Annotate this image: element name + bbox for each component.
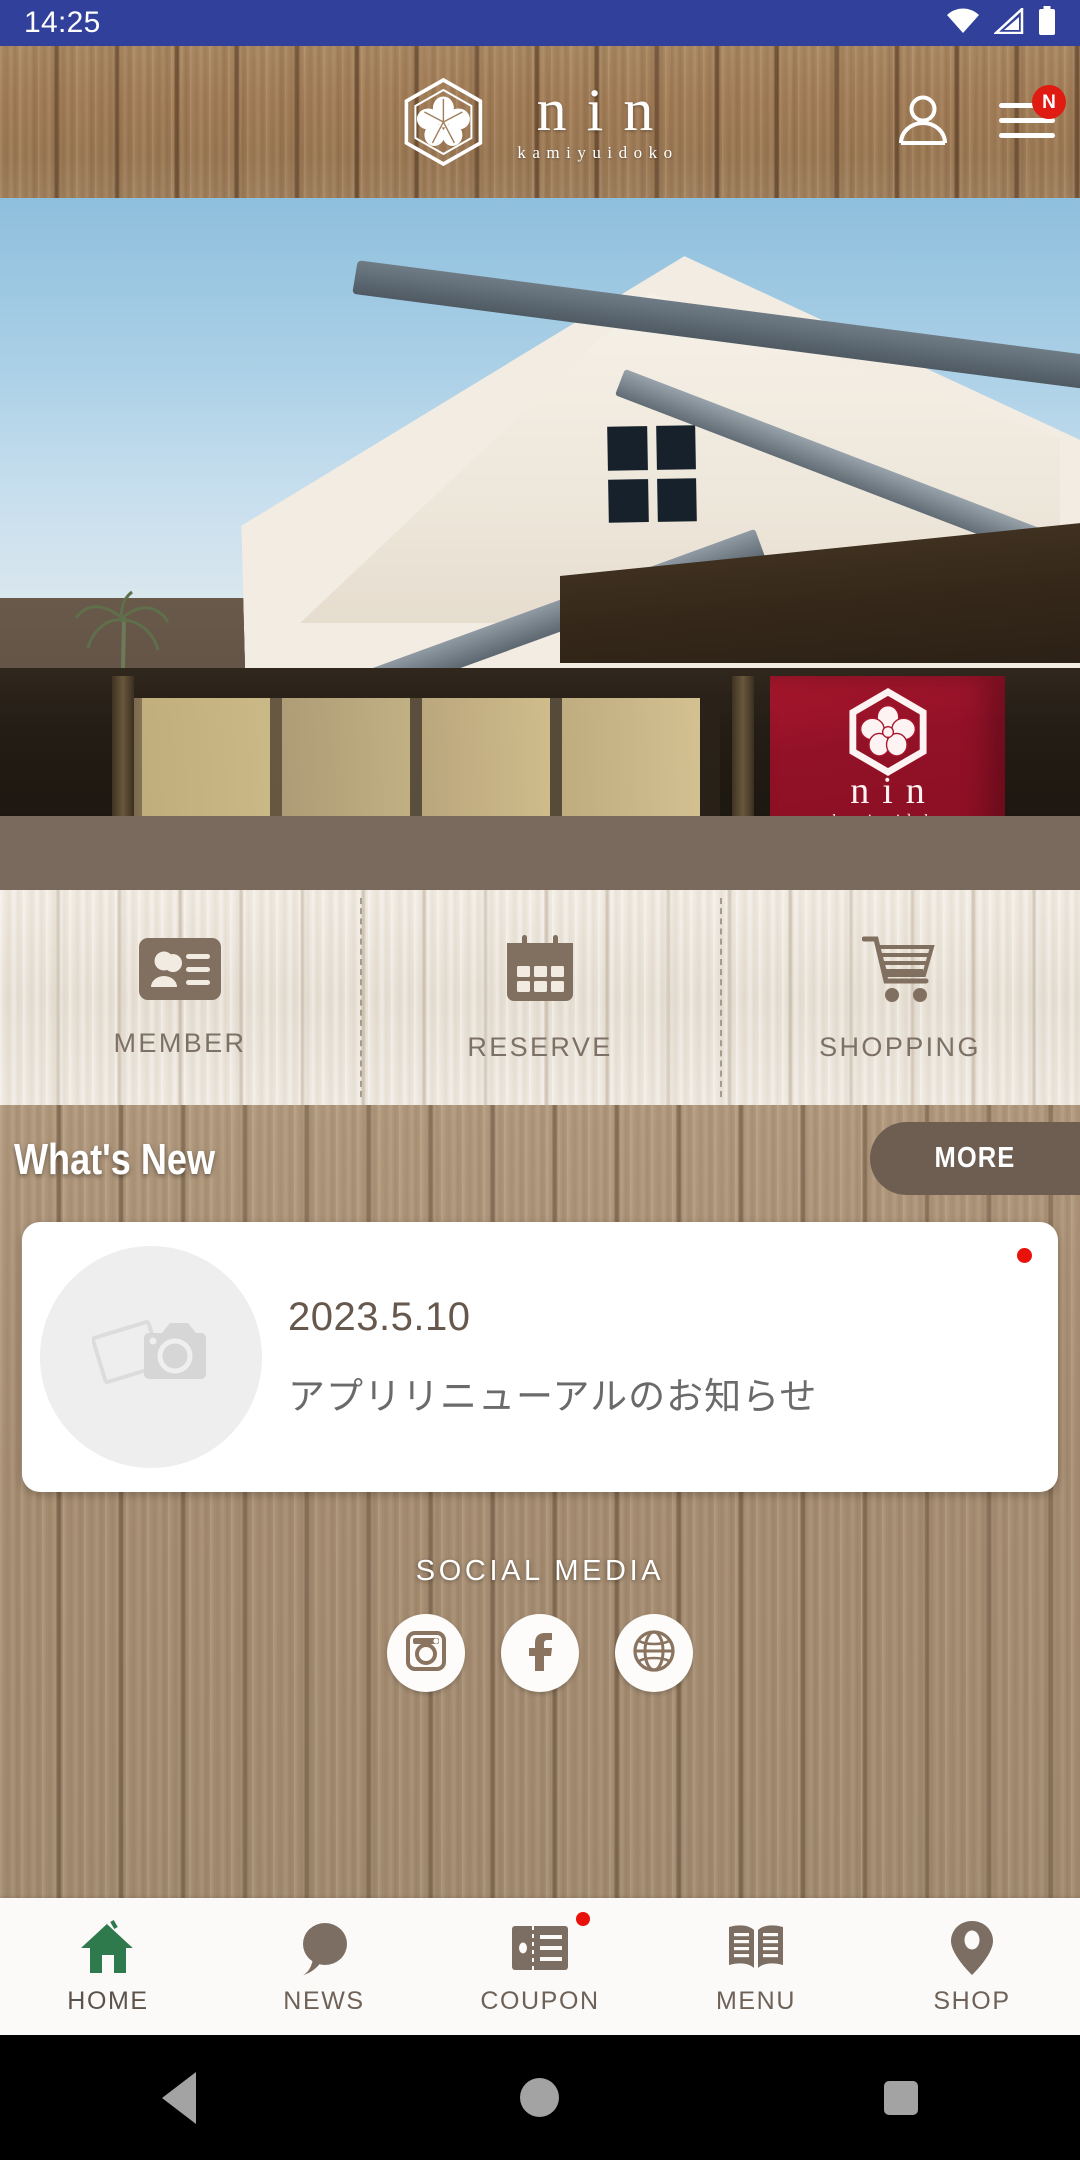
tab-label: MENU — [715, 1986, 796, 2015]
hexagon-flower-crest-icon — [847, 688, 929, 776]
quick-action-shopping[interactable]: SHOPPING — [720, 890, 1080, 1105]
wifi-icon — [946, 8, 980, 39]
back-triangle-icon[interactable] — [162, 2071, 197, 2124]
account-button[interactable] — [892, 91, 954, 153]
speech-bubble-icon — [295, 1918, 353, 1978]
news-list-item[interactable]: 2023.5.10 アプリリニューアルのお知らせ — [22, 1222, 1058, 1492]
social-media-section: SOCIAL MEDIA — [0, 1555, 1080, 1692]
person-icon — [894, 91, 952, 154]
social-link-facebook[interactable] — [501, 1614, 579, 1692]
menu-button[interactable]: N — [996, 85, 1066, 153]
quick-action-row: MEMBER RESERVE SHOPPING — [0, 890, 1080, 1105]
shopfront-windows — [120, 698, 720, 816]
brand-subtitle: kamiyuidoko — [517, 142, 679, 162]
open-book-icon — [725, 1918, 787, 1978]
status-bar-icons — [946, 5, 1056, 41]
social-link-website[interactable] — [615, 1614, 693, 1692]
brand-logo[interactable]: nin kamiyuidoko — [401, 77, 678, 167]
news-unread-badge — [1017, 1248, 1032, 1263]
house-icon — [78, 1918, 138, 1978]
tab-shop[interactable]: SHOP — [864, 1898, 1080, 2035]
shopping-cart-icon — [861, 933, 938, 1010]
social-link-instagram[interactable] — [387, 1614, 465, 1692]
tab-coupon[interactable]: COUPON — [432, 1898, 648, 2035]
tab-menu[interactable]: MENU — [648, 1898, 864, 2035]
news-text-block: 2023.5.10 アプリリニューアルのお知らせ — [288, 1295, 817, 1420]
shop-banner-noren: nin kamiyuidoko — [770, 676, 1005, 816]
bottom-tab-bar: HOME NEWS COUPON MENU SHOP — [0, 1898, 1080, 2035]
header-actions: N — [892, 85, 1066, 153]
banner-brand-subtitle: kamiyuidoko — [830, 812, 946, 816]
hero-carousel[interactable]: nin kamiyuidoko kamiyuidoko nin 公式アプリへよう… — [0, 198, 1080, 890]
status-bar-clock: 14:25 — [24, 6, 101, 39]
quick-action-reserve[interactable]: RESERVE — [360, 890, 720, 1105]
banner-brand-name: nin — [850, 770, 938, 812]
tab-news[interactable]: NEWS — [216, 1898, 432, 2035]
id-card-icon — [138, 937, 222, 1006]
home-circle-icon[interactable] — [520, 2078, 560, 2117]
system-navigation-bar — [0, 2035, 1080, 2160]
hexagon-flower-crest-icon — [401, 77, 485, 167]
coupon-unread-badge — [576, 1912, 590, 1926]
ticket-icon — [510, 1918, 570, 1978]
calendar-icon — [504, 933, 576, 1010]
brand-name: nin — [536, 76, 674, 143]
instagram-icon — [404, 1629, 448, 1678]
battery-icon — [1038, 5, 1056, 41]
facebook-icon — [519, 1629, 561, 1678]
globe-icon — [631, 1628, 677, 1679]
whats-new-more-button[interactable]: MORE — [870, 1122, 1080, 1195]
quick-action-member[interactable]: MEMBER — [0, 890, 360, 1105]
gable-window — [607, 425, 697, 523]
social-media-links — [387, 1614, 693, 1692]
news-date: 2023.5.10 — [288, 1294, 471, 1339]
map-pin-icon — [949, 1918, 995, 1978]
section-title-whats-new: What's New — [14, 1135, 216, 1184]
quick-action-label: SHOPPING — [819, 1031, 981, 1062]
menu-notification-badge: N — [1032, 85, 1066, 119]
tab-label: COUPON — [480, 1986, 600, 2015]
tab-label: SHOP — [933, 1986, 1011, 2015]
news-title: アプリリニューアルのお知らせ — [288, 1375, 818, 1417]
app-header: nin kamiyuidoko N — [0, 46, 1080, 198]
brand-wordmark: nin kamiyuidoko — [511, 76, 679, 163]
news-thumbnail — [40, 1246, 262, 1468]
status-bar: 14:25 — [0, 0, 1080, 46]
social-media-title: SOCIAL MEDIA — [415, 1555, 665, 1587]
photo-camera-placeholder-icon — [91, 1313, 210, 1402]
quick-action-label: MEMBER — [113, 1027, 247, 1058]
hero-slide-image: nin kamiyuidoko — [0, 198, 1080, 816]
tab-home[interactable]: HOME — [0, 1898, 216, 2035]
facade-pillar — [112, 676, 134, 816]
more-button-label: MORE — [934, 1142, 1016, 1174]
facade-pillar — [732, 676, 754, 816]
tab-label: NEWS — [283, 1986, 365, 2015]
recents-square-icon[interactable] — [883, 2080, 918, 2115]
quick-action-label: RESERVE — [467, 1031, 613, 1062]
cellular-signal-icon — [992, 5, 1024, 39]
tab-label: HOME — [67, 1986, 149, 2015]
